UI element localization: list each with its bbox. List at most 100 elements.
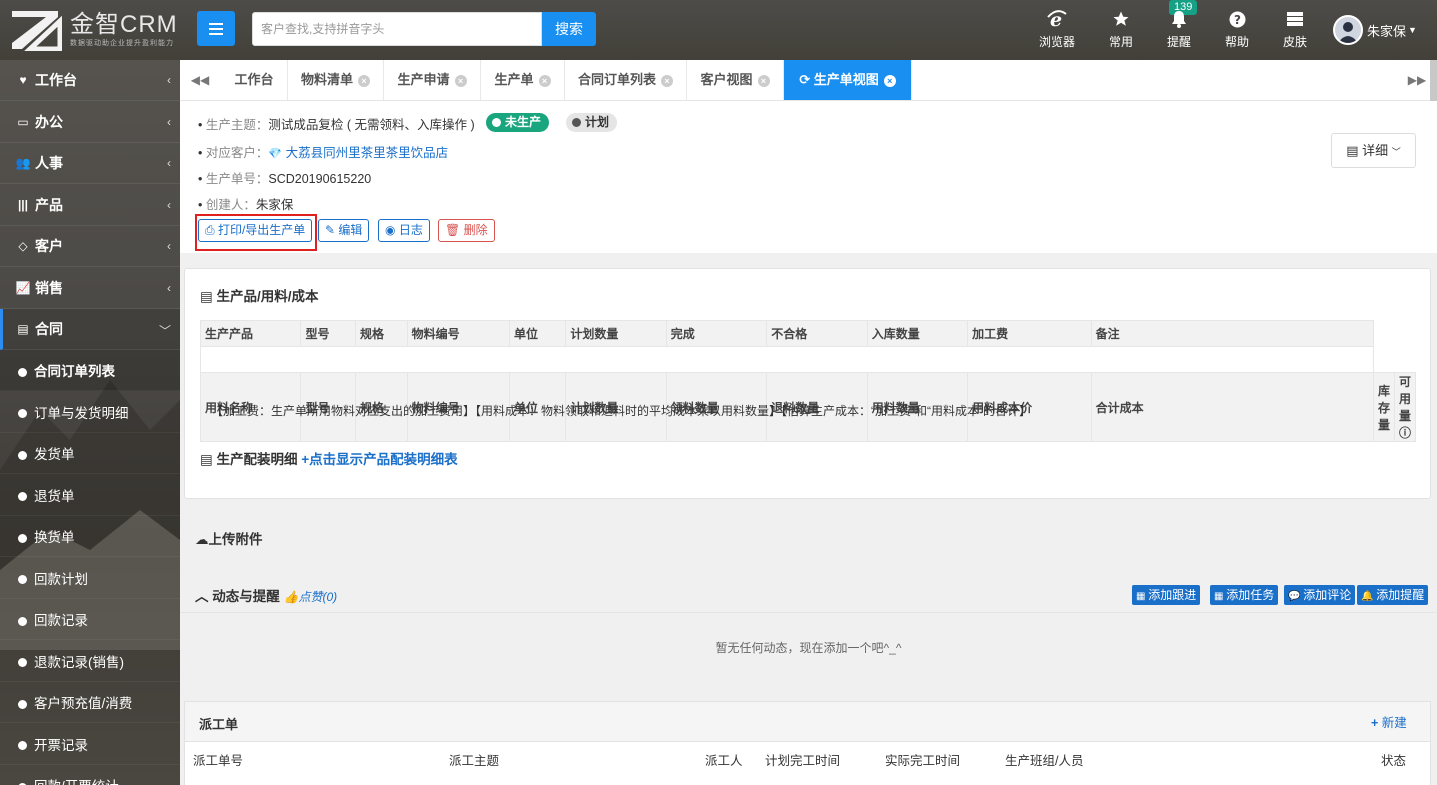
sidebar-subitem-3[interactable]: 退货单	[0, 475, 180, 516]
sidebar-subitem-4[interactable]: 换货单	[0, 516, 180, 557]
sidebar-subitem-6[interactable]: 回款记录	[0, 599, 180, 640]
reminder-button[interactable]: 提醒	[1157, 8, 1201, 52]
close-icon[interactable]: ×	[883, 74, 896, 87]
new-dispatch-button[interactable]: + 新建	[1371, 712, 1407, 731]
logo-subtitle: 数据驱动助企业提升盈利能力	[70, 40, 174, 47]
plus-icon: +	[1371, 716, 1379, 730]
sidebar-subitem-5[interactable]: 回款计划	[0, 558, 180, 599]
close-icon[interactable]: ×	[757, 74, 770, 87]
material-col-header: 可用量 ⓘ	[1393, 372, 1417, 442]
print-export-button[interactable]: ⎙ 打印/导出生产单	[198, 219, 313, 242]
sidebar-subitem-9[interactable]: 开票记录	[0, 724, 180, 765]
close-icon[interactable]: ×	[661, 74, 673, 87]
activity-button-3[interactable]: 🔔 添加提醒	[1357, 585, 1429, 605]
sidebar-subitem-label: 合同订单列表	[34, 364, 115, 379]
chevron-up-icon: ︿	[195, 589, 209, 604]
edit-button[interactable]: ✎ 编辑	[318, 219, 370, 242]
topic-row: • 生产主题：测试成品复检 ( 无需领料、入库操作 )	[198, 118, 475, 132]
user-name: 朱家保	[1367, 23, 1407, 39]
dispatch-header: 派工单 + 新建	[185, 702, 1430, 742]
dispatch-col-header: 计划完工时间	[765, 754, 841, 768]
info-icon[interactable]: ⓘ	[1399, 426, 1411, 440]
tab-label: 合同订单列表	[577, 72, 656, 87]
chevron-left-icon: ‹	[167, 197, 171, 212]
delete-button[interactable]: 🗑 删除	[438, 219, 495, 242]
close-icon[interactable]: ×	[358, 74, 370, 87]
tab-6[interactable]: ⟳ 生产单视图 ×	[784, 60, 912, 100]
skin-icon	[1287, 12, 1303, 26]
show-assembly-link[interactable]: +点击显示产品配装明细表	[301, 452, 457, 467]
activity-button-2[interactable]: 💬 添加评论	[1284, 585, 1356, 605]
customer-link[interactable]: 大荔县同州里茶里茶里饮品店	[286, 146, 449, 160]
creator-row: • 创建人：朱家保	[198, 198, 294, 212]
sidebar-item-label: 办公	[35, 113, 63, 130]
close-icon[interactable]: ×	[454, 74, 467, 87]
tab-3[interactable]: 生产单 ×	[481, 60, 565, 100]
sidebar-item-4[interactable]: ◇ 客户 ‹	[0, 226, 180, 267]
sidebar-item-5[interactable]: 📈 销售 ‹	[0, 268, 180, 309]
browser-button[interactable]: e 浏览器	[1035, 8, 1079, 52]
trash-icon: 🗑	[445, 223, 461, 237]
skin-button[interactable]: 皮肤	[1273, 8, 1317, 52]
product-col-header: 单位	[508, 320, 567, 347]
tab-1[interactable]: 物料清单 ×	[288, 60, 384, 100]
tab-scroll-left-button[interactable]: ◀◀	[180, 60, 220, 100]
refresh-icon[interactable]: ⟳	[799, 72, 814, 87]
sidebar-subitem-1[interactable]: 订单与发货明细	[0, 392, 180, 433]
hamburger-icon	[209, 22, 223, 35]
close-icon[interactable]: ×	[538, 74, 551, 87]
eye-icon: ◉	[385, 223, 396, 237]
sidebar-item-6[interactable]: ▤ 合同 ﹀	[0, 309, 180, 350]
sidebar-subitem-label: 回款计划	[34, 571, 88, 587]
dispatch-col-header: 派工单号	[193, 754, 244, 768]
dispatch-col-header: 生产班组/人员	[1005, 754, 1084, 768]
tab-2[interactable]: 生产申请 ×	[384, 60, 481, 100]
log-button[interactable]: ◉ 日志	[378, 219, 430, 242]
cost-note: 【加工费：生产单所用物料对应支出的加工费用】【用料成本：物料领取和退料时的平均成…	[211, 404, 1031, 418]
tab-5[interactable]: 客户视图 ×	[687, 60, 784, 100]
status-badge: 未生产	[486, 113, 550, 132]
sidebar-subitem-label: 开票记录	[34, 737, 88, 753]
product-material-cost-card: ▤ 生产品/用料/成本 生产产品 型号 规格 物料编号 单位 计划数量 完成 不合格 入库数量加…	[184, 268, 1431, 499]
sidebar-item-3[interactable]: ||| 产品 ‹	[0, 185, 180, 226]
list-icon: ▤	[1346, 143, 1359, 158]
tab-label: 客户视图	[700, 72, 753, 87]
user-menu[interactable]: 朱家保 ▼	[1333, 14, 1417, 46]
divider	[180, 612, 1437, 613]
customer-search-input[interactable]: 客户查找,支持拼音字头	[252, 12, 542, 46]
sidebar-item-label: 人事	[35, 155, 63, 171]
help-button[interactable]: ? 帮助	[1215, 8, 1259, 52]
activity-button-0[interactable]: ▦ 添加跟进	[1132, 585, 1201, 605]
sidebar-item-1[interactable]: ▭ 办公 ‹	[0, 102, 180, 143]
activity-section-title[interactable]: ︿ 动态与提醒 👍点赞(0)	[195, 585, 337, 605]
print-icon: ⎙	[205, 223, 215, 237]
tab-label: 生产申请	[397, 72, 450, 87]
dispatch-col-header: 状态	[1381, 754, 1407, 768]
tab-4[interactable]: 合同订单列表 ×	[565, 60, 687, 100]
product-col-header: 计划数量	[565, 320, 667, 347]
sidebar-subitem-10[interactable]: 回款/开票统计	[0, 765, 180, 785]
activity-button-1[interactable]: ▦ 添加任务	[1210, 585, 1279, 605]
attachment-section[interactable]: ☁上传附件	[195, 528, 263, 548]
favorites-button[interactable]: 常用	[1099, 8, 1143, 52]
list-alt-icon: ▤	[17, 322, 29, 336]
diamond-icon: ◇	[18, 239, 28, 253]
sidebar-subitem-0[interactable]: 合同订单列表	[0, 350, 180, 391]
detail-dropdown-button[interactable]: ▤ 详细 ﹀	[1331, 133, 1416, 168]
sidebar-subitem-8[interactable]: 客户预充值/消费	[0, 682, 180, 723]
sidebar-subitem-label: 回款记录	[34, 613, 88, 628]
product-col-header: 不合格	[766, 320, 868, 347]
sidebar-subitem-2[interactable]: 发货单	[0, 433, 180, 474]
like-link[interactable]: 👍点赞(0)	[284, 590, 338, 604]
search-button[interactable]: 搜索	[542, 12, 596, 46]
menu-toggle-button[interactable]	[197, 11, 235, 46]
logo[interactable]: 金智CRM 数据驱动助企业提升盈利能力	[10, 8, 178, 52]
sidebar-item-0[interactable]: ♥ 工作台 ‹	[0, 60, 180, 101]
sidebar-subitem-label: 回款/开票统计	[34, 775, 119, 785]
sidebar-subitem-7[interactable]: 退款记录(销售)	[0, 641, 180, 682]
tab-0[interactable]: 工作台	[221, 60, 288, 100]
question-icon: ?	[1229, 11, 1245, 27]
sidebar-item-2[interactable]: 👥 人事 ‹	[0, 143, 180, 184]
caret-down-icon: ▼	[1408, 25, 1417, 35]
dispatch-title: 派工单	[199, 717, 239, 732]
